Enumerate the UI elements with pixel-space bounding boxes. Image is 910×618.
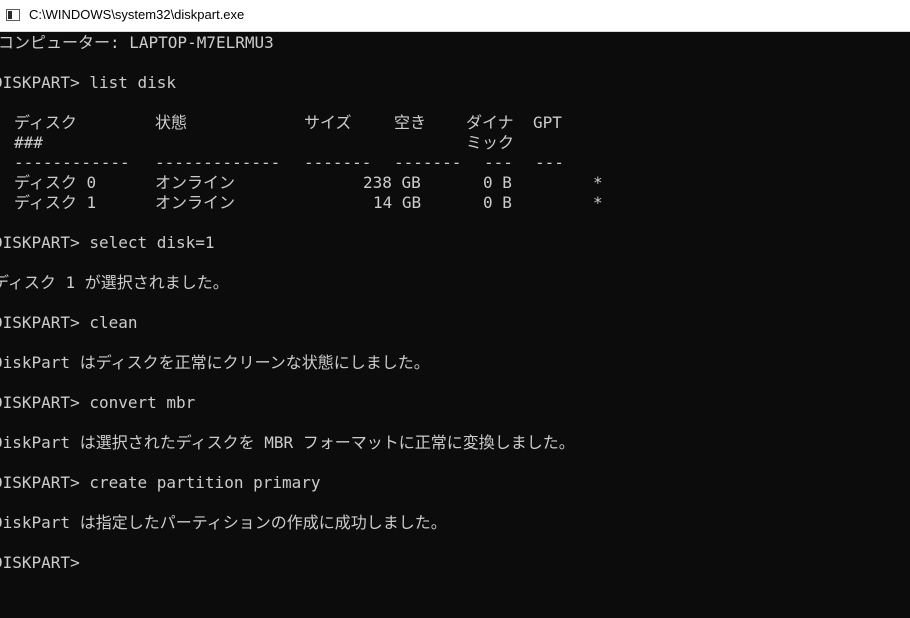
table-header-number: ###: [14, 133, 43, 152]
table-cell-disk: ディスク 0: [14, 173, 97, 192]
console-output[interactable]: コンピューター: LAPTOP-M7ELRMU3 DISKPART> list …: [0, 33, 910, 618]
title-bar[interactable]: C:\WINDOWS\system32\diskpart.exe: [0, 0, 910, 32]
computer-name-line: コンピューター: LAPTOP-M7ELRMU3: [0, 33, 274, 52]
table-header-free: 空き: [394, 113, 427, 132]
table-header-disk: ディスク: [14, 113, 77, 132]
table-cell-status: オンライン: [155, 173, 236, 192]
table-separator: -------------: [155, 153, 281, 172]
diskpart-window: C:\WINDOWS\system32\diskpart.exe コンピューター…: [0, 0, 910, 618]
table-separator: -------: [394, 153, 462, 172]
command-line-clean: DISKPART> clean: [0, 313, 138, 332]
window-title: C:\WINDOWS\system32\diskpart.exe: [29, 7, 245, 22]
table-header-status: 状態: [155, 113, 188, 132]
output-create-partition: DiskPart は指定したパーティションの作成に成功しました。: [0, 513, 447, 532]
command-line-create-partition: DISKPART> create partition primary: [0, 473, 321, 492]
command-line-list-disk: DISKPART> list disk: [0, 73, 177, 92]
output-clean: DiskPart はディスクを正常にクリーンな状態にしました。: [0, 353, 430, 372]
table-cell-status: オンライン: [155, 193, 236, 212]
table-header-dynamic: ダイナ: [466, 113, 514, 132]
table-cell-free: 0 B: [483, 173, 512, 192]
table-separator: ---: [535, 153, 564, 172]
table-separator: ---: [484, 153, 513, 172]
command-prompt[interactable]: DISKPART>: [0, 553, 80, 573]
table-header-size: サイズ: [304, 113, 352, 132]
table-header-dynamic-cont: ミック: [466, 133, 515, 152]
table-separator: ------------: [14, 153, 130, 172]
table-cell-gpt: *: [593, 173, 603, 192]
table-cell-gpt: *: [593, 193, 603, 212]
table-cell-size: 14 GB: [373, 193, 422, 212]
output-convert-mbr: DiskPart は選択されたディスクを MBR フォーマットに正常に変換しまし…: [0, 433, 575, 452]
command-line-convert-mbr: DISKPART> convert mbr: [0, 393, 196, 412]
table-cell-disk: ディスク 1: [14, 193, 97, 212]
console-app-icon: [6, 9, 20, 21]
table-separator: -------: [304, 153, 372, 172]
table-cell-size: 238 GB: [363, 173, 421, 192]
output-select-disk: ディスク 1 が選択されました。: [0, 273, 229, 292]
table-cell-free: 0 B: [483, 193, 512, 212]
command-line-select-disk: DISKPART> select disk=1: [0, 233, 215, 252]
table-header-gpt: GPT: [533, 113, 562, 132]
